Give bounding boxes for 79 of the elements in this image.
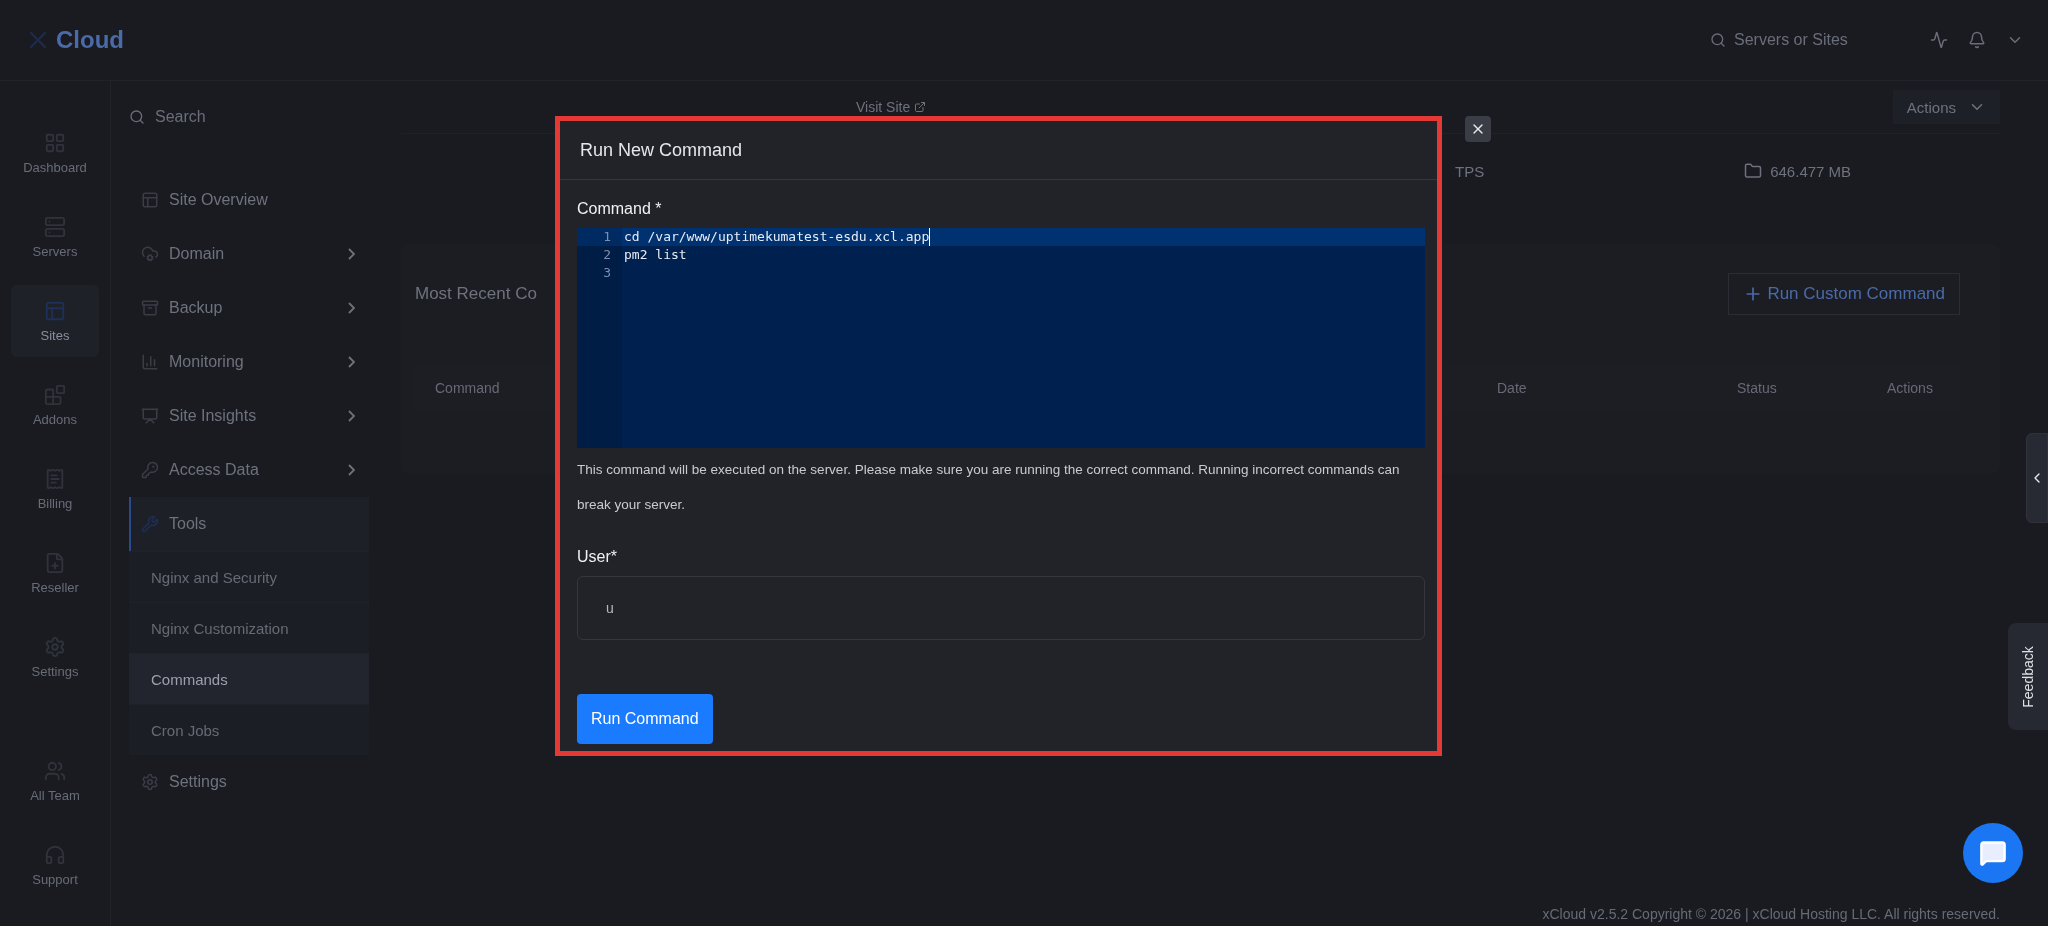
- sidebar-item[interactable]: Monitoring: [129, 335, 369, 389]
- column-header: Date: [1497, 380, 1528, 396]
- menu-icon: [141, 461, 159, 479]
- run-custom-command-button[interactable]: Run Custom Command: [1728, 273, 1960, 315]
- help-text: This command will be executed on the server. Please make sure you are running the correct command. Running incorrect commands can break your server.: [577, 461, 1401, 514]
- menu-icon: [141, 407, 159, 425]
- chevron-right-icon: [348, 302, 355, 314]
- feedback-tab[interactable]: Feedback: [2008, 623, 2048, 730]
- code-line: pm2 list: [623, 246, 687, 264]
- submenu-item[interactable]: Cron Jobs: [129, 704, 369, 755]
- nav-icon: [44, 299, 66, 322]
- sidebar-item[interactable]: Site Insights: [129, 389, 369, 443]
- sidebar-item[interactable]: Backup: [129, 281, 369, 335]
- external-link-icon: [914, 101, 927, 113]
- chat-button[interactable]: [1963, 823, 2023, 883]
- column-header: Command: [435, 380, 501, 396]
- search-icon: [1710, 32, 1726, 48]
- code-line: cd /var/www/uptimekumatest-esdu.xcl.app: [622, 228, 931, 246]
- nav-icon: [44, 131, 66, 154]
- nav-icon: [44, 759, 66, 782]
- nav-item[interactable]: Addons: [11, 369, 99, 441]
- line-number: 3: [577, 264, 622, 282]
- brand-logo[interactable]: Cloud: [24, 26, 264, 54]
- line-number: 2: [577, 246, 622, 264]
- sidebar-item[interactable]: Access Data: [129, 443, 369, 497]
- menu-icon: [141, 773, 159, 791]
- nav-icon: [44, 635, 66, 658]
- menu-icon: [141, 515, 159, 533]
- user-field[interactable]: u: [577, 576, 1425, 640]
- sidebar-search-field[interactable]: Search: [129, 91, 369, 143]
- chevron-right-icon: [348, 356, 355, 368]
- menu-icon: [141, 299, 159, 317]
- nav-item[interactable]: Billing: [11, 453, 99, 525]
- menu-icon: [141, 245, 159, 263]
- column-header: Actions: [1887, 380, 1934, 396]
- nav-item[interactable]: Dashboard: [11, 117, 99, 189]
- actions-dropdown[interactable]: Actions: [1892, 90, 2000, 124]
- nav-item[interactable]: Servers: [11, 201, 99, 273]
- card-title: Most Recent Co: [415, 284, 537, 304]
- dialog-title: Run New Command: [580, 139, 743, 161]
- command-label: Command *: [577, 200, 663, 218]
- nav-icon: [44, 383, 66, 406]
- nav-item[interactable]: Reseller: [11, 537, 99, 609]
- close-button[interactable]: [1465, 116, 1491, 142]
- nav-item[interactable]: Sites: [11, 285, 99, 357]
- protocol-text: TPS: [1455, 162, 1485, 180]
- menu-icon: [141, 353, 159, 371]
- notification-icon[interactable]: [1968, 31, 1986, 49]
- footer-text: xCloud v2.5.2 Copyright © 2026 | xCloud Hosting LLC. All rights reserved.: [1541, 906, 2000, 924]
- menu-icon: [141, 191, 159, 209]
- nav-item[interactable]: All Team: [11, 745, 99, 817]
- server-search-field[interactable]: Servers or Sites: [1710, 31, 1910, 49]
- nav-icon: [44, 843, 66, 866]
- activity-icon[interactable]: [1930, 31, 1948, 49]
- sidebar-item[interactable]: Site Overview: [129, 173, 369, 227]
- column-header: Status: [1737, 380, 1778, 396]
- line-number: 1: [577, 228, 622, 246]
- sidebar-item[interactable]: Settings: [129, 755, 369, 809]
- chevron-right-icon: [348, 464, 355, 476]
- sidebar-item[interactable]: Domain: [129, 227, 369, 281]
- folder-icon: [1744, 162, 1763, 180]
- disk-usage: 646.477 MB: [1770, 162, 1852, 180]
- sidebar-item[interactable]: Tools: [129, 497, 369, 551]
- user-label: User*: [577, 548, 618, 566]
- nav-item[interactable]: Support: [11, 829, 99, 901]
- nav-item[interactable]: Settings: [11, 621, 99, 693]
- chevron-right-icon: [348, 248, 355, 260]
- visit-site-link[interactable]: Visit Site: [856, 99, 927, 115]
- run-command-button[interactable]: Run Command: [577, 694, 713, 744]
- submenu-item[interactable]: Nginx and Security: [129, 551, 369, 602]
- logo-text: Cloud: [56, 26, 124, 54]
- chevron-right-icon: [348, 410, 355, 422]
- submenu-item[interactable]: Commands: [129, 653, 369, 704]
- chat-bubble-icon: [1979, 839, 2007, 867]
- code-editor[interactable]: 1 cd /var/www/uptimekumatest-esdu.xcl.app 2 pm2 list 3: [577, 228, 1425, 448]
- nav-icon: [44, 467, 66, 490]
- search-icon: [129, 109, 145, 125]
- nav-icon: [44, 551, 66, 574]
- nav-icon: [44, 215, 66, 238]
